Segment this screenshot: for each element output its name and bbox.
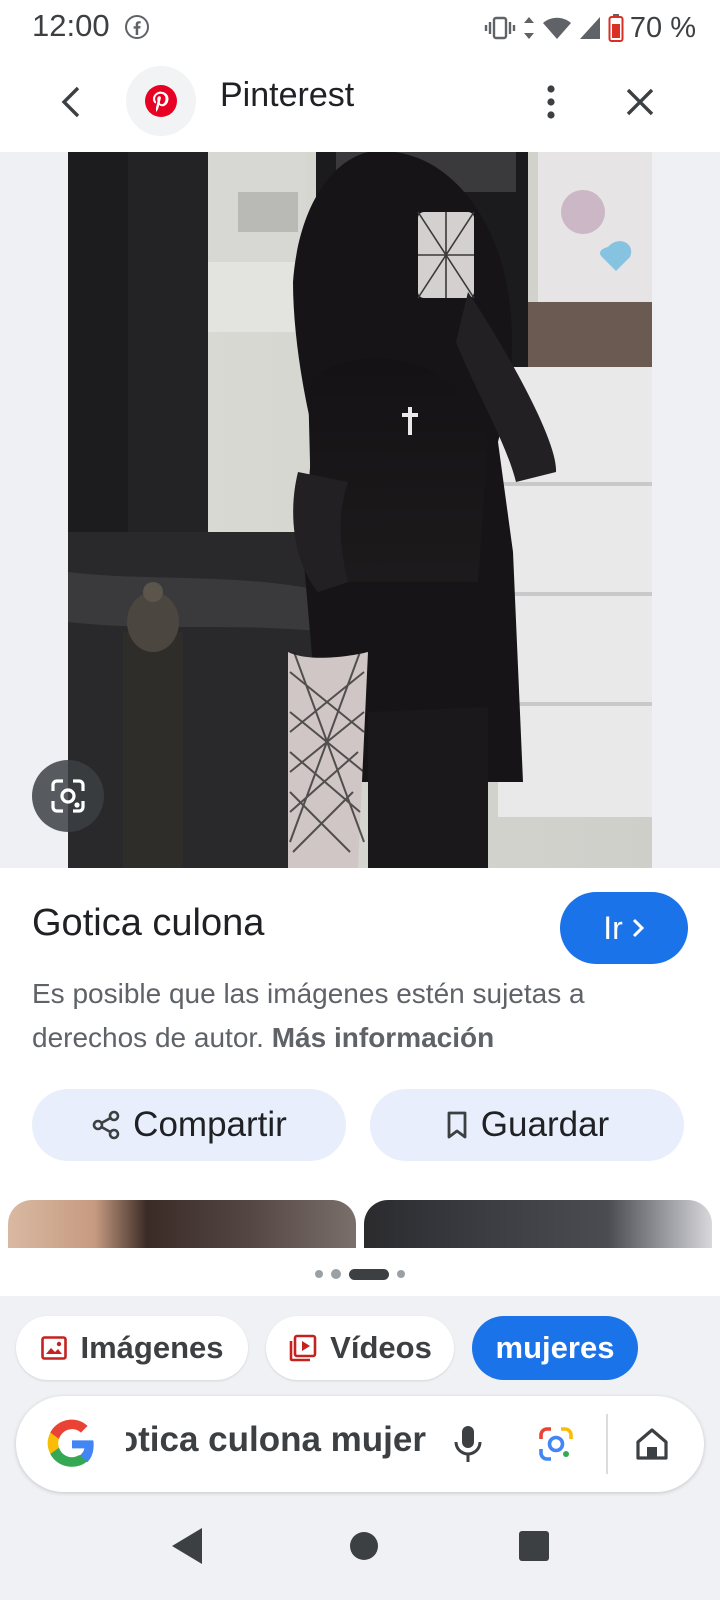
more-options-button[interactable] — [528, 76, 574, 128]
page-dot-active — [349, 1268, 389, 1280]
image-viewer — [0, 152, 720, 868]
image-icon — [41, 1336, 68, 1360]
cell-signal-icon — [579, 17, 600, 39]
back-button[interactable] — [46, 76, 98, 128]
related-images-strip — [0, 1200, 720, 1248]
search-query-field[interactable]: Gotica culona mujer — [126, 1420, 426, 1470]
status-bar: 12:00 70 % — [0, 0, 720, 56]
nav-home-icon[interactable] — [344, 1526, 384, 1566]
status-right-group: 70 % — [484, 10, 696, 46]
result-title: Gotica culona — [32, 902, 265, 944]
page-dot — [315, 1270, 323, 1278]
wifi-icon — [542, 17, 571, 39]
site-name[interactable]: Pinterest — [220, 76, 354, 115]
visit-button[interactable]: Ir — [560, 892, 688, 964]
battery-percent: 70 % — [629, 11, 696, 44]
page-dot — [331, 1269, 341, 1279]
more-info-link[interactable]: Más información — [272, 1022, 494, 1053]
mic-icon — [454, 1426, 482, 1462]
facebook-notification-icon — [125, 15, 149, 39]
share-label: Compartir — [133, 1105, 287, 1144]
data-arrows-icon — [523, 17, 534, 39]
chip-videos-label: Vídeos — [330, 1330, 432, 1365]
battery-icon — [608, 14, 624, 42]
visit-button-label: Ir — [603, 909, 623, 946]
more-vert-icon — [547, 85, 555, 119]
share-icon — [92, 1110, 120, 1140]
page-dot — [397, 1270, 405, 1278]
chip-women[interactable]: mujeres — [472, 1316, 638, 1380]
share-button[interactable]: Compartir — [32, 1089, 346, 1161]
visual-search-button[interactable] — [32, 760, 104, 832]
chip-women-label: mujeres — [495, 1330, 615, 1365]
close-icon — [626, 88, 654, 116]
chip-videos[interactable]: Vídeos — [266, 1316, 454, 1380]
vibrate-icon — [484, 16, 516, 40]
chip-images-label: Imágenes — [80, 1330, 224, 1365]
home-icon — [636, 1428, 668, 1460]
save-label: Guardar — [480, 1105, 610, 1144]
bookmark-icon — [447, 1111, 467, 1139]
page-indicator — [0, 1266, 720, 1282]
save-button[interactable]: Guardar — [370, 1089, 684, 1161]
chevron-right-icon — [632, 918, 644, 938]
video-icon — [289, 1334, 317, 1362]
chevron-left-icon — [61, 86, 80, 118]
google-logo-icon — [47, 1419, 94, 1467]
page-header: Pinterest — [0, 56, 720, 150]
system-nav-bar — [0, 1500, 720, 1600]
photo-placeholder — [68, 152, 652, 868]
nav-back-icon[interactable] — [168, 1524, 208, 1568]
copyright-notice: Es posible que las imágenes estén sujeta… — [32, 972, 692, 1060]
close-button[interactable] — [614, 76, 666, 128]
search-query-text: Gotica culona mujer — [126, 1420, 426, 1459]
google-lens-color-icon — [539, 1427, 573, 1461]
chip-images[interactable]: Imágenes — [16, 1316, 248, 1380]
site-favicon — [126, 66, 196, 136]
search-bar[interactable]: Gotica culona mujer — [16, 1396, 704, 1492]
search-divider — [606, 1414, 608, 1474]
related-image-thumbnail[interactable] — [364, 1200, 712, 1248]
voice-search-button[interactable] — [442, 1418, 494, 1470]
lens-search-button[interactable] — [528, 1418, 584, 1470]
result-image[interactable] — [68, 152, 652, 868]
google-lens-icon — [51, 779, 85, 813]
related-image-thumbnail[interactable] — [8, 1200, 356, 1248]
bottom-search-panel: Imágenes Vídeos mujeres Gotica culona mu… — [0, 1296, 720, 1600]
nav-recents-icon[interactable] — [516, 1528, 552, 1564]
home-button[interactable] — [624, 1418, 680, 1470]
pinterest-logo-icon — [145, 85, 177, 117]
status-time: 12:00 — [32, 8, 110, 43]
